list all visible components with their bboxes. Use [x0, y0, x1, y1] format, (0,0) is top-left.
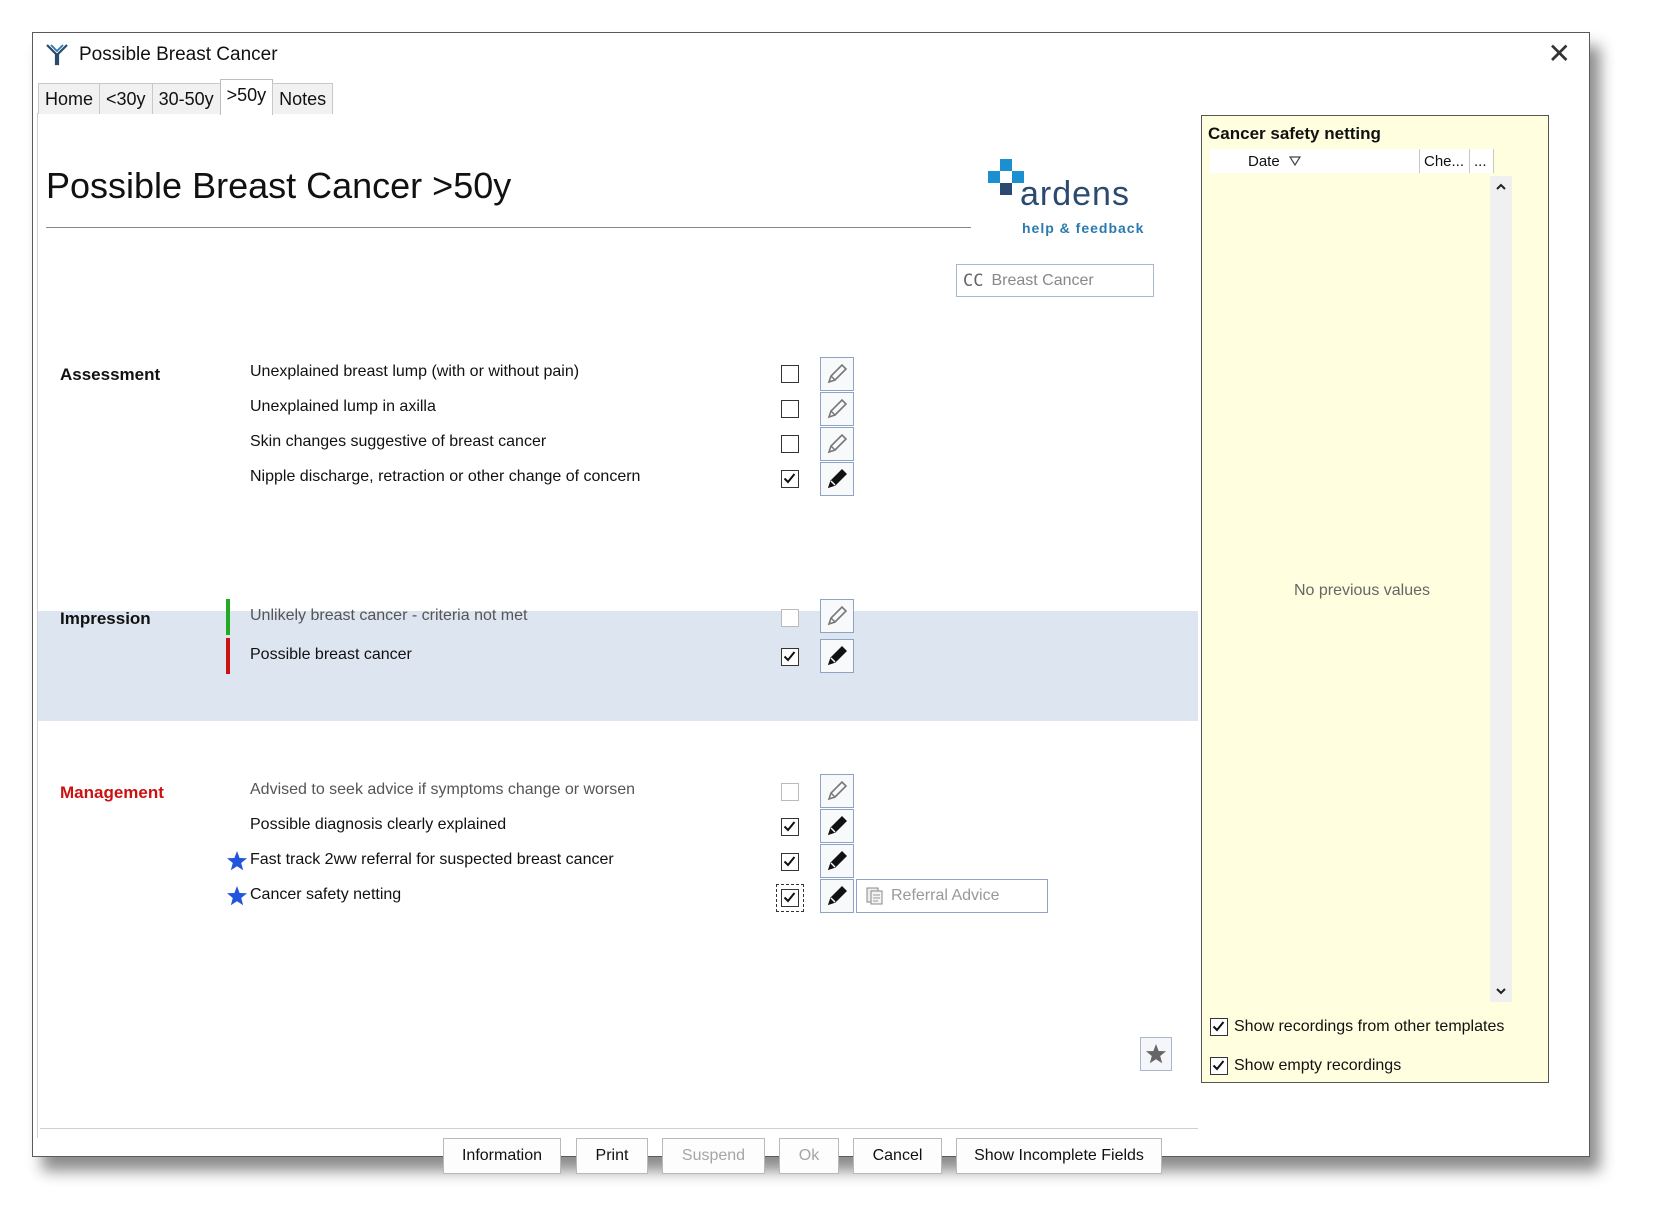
show-empty-recordings-label: Show empty recordings [1234, 1057, 1402, 1074]
impression-band [38, 611, 1198, 721]
red-indicator-bar [226, 638, 230, 674]
app-logo-icon [46, 44, 68, 66]
help-feedback-link[interactable]: help & feedback [1022, 220, 1144, 236]
close-button[interactable]: ✕ [1548, 39, 1571, 69]
template-content: Possible Breast Cancer >50y ardens help … [37, 113, 1198, 1174]
management-checkbox[interactable] [781, 783, 799, 801]
show-other-templates-label: Show recordings from other templates [1234, 1018, 1505, 1035]
pencil-icon[interactable] [820, 774, 854, 808]
management-checkbox-checked[interactable] [781, 818, 799, 836]
show-other-templates-checkbox[interactable] [1210, 1018, 1228, 1036]
referral-advice-label: Referral Advice [891, 887, 1000, 904]
star-outline-icon [1146, 1044, 1166, 1064]
pencil-icon[interactable] [820, 639, 854, 673]
panel-title: Cancer safety netting [1208, 124, 1381, 143]
show-other-templates-toggle[interactable]: Show recordings from other templates [1210, 1018, 1504, 1036]
impression-checkbox[interactable] [781, 609, 799, 627]
print-button[interactable]: Print [576, 1138, 648, 1174]
title-divider [46, 227, 971, 228]
cancel-button[interactable]: Cancel [853, 1138, 942, 1174]
favourite-button[interactable] [1140, 1037, 1172, 1071]
assessment-item-label: Unexplained lump in axilla [250, 398, 436, 415]
tab-30-50[interactable]: 30-50y [151, 83, 221, 114]
logo-wordmark: ardens [1020, 175, 1130, 213]
show-incomplete-fields-button[interactable]: Show Incomplete Fields [956, 1138, 1162, 1174]
pencil-icon[interactable] [820, 879, 854, 913]
checkmark-icon [783, 892, 796, 903]
suspend-button[interactable]: Suspend [662, 1138, 765, 1174]
column-date[interactable]: Date [1210, 149, 1420, 173]
assessment-item-label: Unexplained breast lump (with or without… [250, 363, 580, 380]
grid-header: Date Che... ... [1210, 149, 1494, 173]
tab-notes[interactable]: Notes [272, 83, 334, 114]
assessment-checkbox[interactable] [781, 365, 799, 383]
tab-over-50[interactable]: >50y [219, 79, 274, 115]
management-heading: Management [60, 783, 164, 802]
document-icon [866, 887, 883, 905]
information-button[interactable]: Information [443, 1138, 561, 1174]
checkmark-icon [783, 473, 796, 484]
assessment-heading: Assessment [60, 365, 161, 384]
ok-button[interactable]: Ok [779, 1138, 839, 1174]
assessment-item-label: Skin changes suggestive of breast cancer [250, 433, 547, 450]
management-item-label: Possible diagnosis clearly explained [250, 816, 507, 833]
management-item-label: Advised to seek advice if symptoms chang… [250, 781, 636, 798]
tab-bar: Home <30y 30-50y >50y Notes [38, 79, 334, 115]
impression-heading: Impression [60, 609, 151, 628]
show-empty-recordings-checkbox[interactable] [1210, 1057, 1228, 1075]
management-checkbox-checked[interactable] [776, 884, 804, 912]
cc-icon: CC [963, 270, 984, 291]
tab-home[interactable]: Home [38, 83, 101, 114]
show-empty-recordings-toggle[interactable]: Show empty recordings [1210, 1057, 1401, 1075]
checkmark-icon [1212, 1060, 1225, 1071]
checkmark-icon [783, 856, 796, 867]
pencil-icon[interactable] [820, 427, 854, 461]
column-checked[interactable]: Che... [1420, 149, 1470, 173]
side-panel: Cancer safety netting Date Che... ... No… [1201, 115, 1549, 1083]
checkmark-icon [1212, 1021, 1225, 1032]
column-more[interactable]: ... [1470, 149, 1494, 173]
green-indicator-bar [226, 599, 230, 635]
clinical-code-button[interactable]: CC Breast Cancer [956, 264, 1154, 297]
pencil-icon[interactable] [820, 599, 854, 633]
management-checkbox-checked[interactable] [781, 853, 799, 871]
footer-divider [40, 1128, 1198, 1129]
star-icon [227, 886, 247, 906]
checkmark-icon [783, 821, 796, 832]
assessment-item-label: Nipple discharge, retraction or other ch… [250, 468, 641, 485]
dialog-window: Possible Breast Cancer ✕ Home <30y 30-50… [32, 32, 1590, 1174]
star-icon [227, 851, 247, 871]
window-title: Possible Breast Cancer [79, 44, 278, 65]
management-item-label: Fast track 2ww referral for suspected br… [250, 851, 614, 868]
management-item-label: Cancer safety netting [250, 886, 402, 903]
pencil-icon[interactable] [820, 844, 854, 878]
pencil-icon[interactable] [820, 357, 854, 391]
ardens-logo[interactable]: ardens help & feedback [986, 157, 1146, 237]
impression-item-label: Possible breast cancer [250, 646, 412, 663]
assessment-checkbox-checked[interactable] [781, 470, 799, 488]
title-bar: Possible Breast Cancer ✕ [33, 33, 1589, 77]
empty-state-text: No previous values [1293, 582, 1431, 599]
pencil-icon[interactable] [820, 809, 854, 843]
tab-under-30[interactable]: <30y [99, 83, 153, 114]
pencil-icon[interactable] [820, 462, 854, 496]
checkmark-icon [783, 651, 796, 662]
column-date-label: Date [1248, 152, 1280, 170]
referral-advice-button[interactable]: Referral Advice [856, 879, 1048, 913]
chevron-down-icon[interactable] [1494, 984, 1508, 998]
impression-checkbox-checked[interactable] [781, 648, 799, 666]
assessment-checkbox[interactable] [781, 435, 799, 453]
impression-item-label: Unlikely breast cancer - criteria not me… [250, 607, 528, 624]
chevron-up-icon[interactable] [1494, 180, 1508, 194]
assessment-checkbox[interactable] [781, 400, 799, 418]
pencil-icon[interactable] [820, 392, 854, 426]
page-title: Possible Breast Cancer >50y [46, 165, 512, 206]
cc-button-label: Breast Cancer [991, 271, 1094, 289]
sort-filter-icon [1288, 156, 1301, 167]
